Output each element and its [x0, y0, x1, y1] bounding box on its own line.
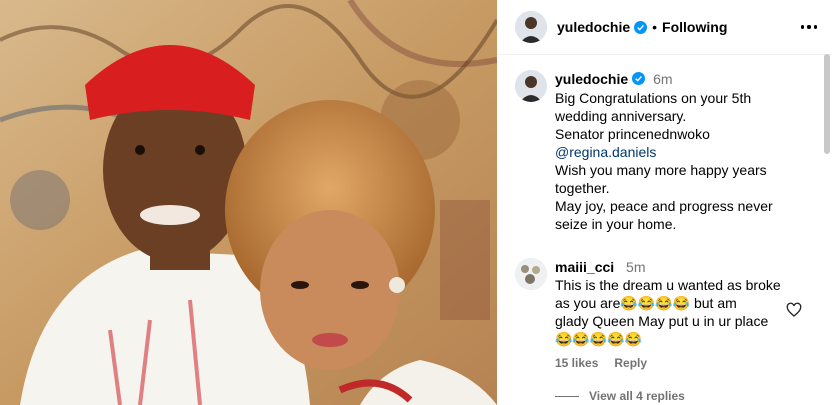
- heart-icon[interactable]: [786, 302, 802, 318]
- verified-badge-icon: [634, 20, 648, 34]
- caption-line: Big Congratulations on your 5th: [555, 90, 752, 106]
- commenter-avatar[interactable]: [515, 258, 547, 290]
- comment-line: glady Queen May put u in ur place: [555, 313, 769, 329]
- scrollbar[interactable]: [822, 0, 832, 405]
- comment-timestamp[interactable]: 5m: [626, 259, 645, 275]
- avatar-image: [515, 11, 547, 43]
- caption-line: together.: [555, 180, 610, 196]
- author-avatar[interactable]: [515, 11, 547, 43]
- caption-line: May joy, peace and progress never: [555, 198, 773, 214]
- mention-link[interactable]: @regina.daniels: [555, 143, 825, 161]
- caption-timestamp[interactable]: 6m: [653, 71, 672, 87]
- caption-text: Big Congratulations on your 5th wedding …: [555, 89, 825, 233]
- post-side-panel: yuledochie • Following yuledochie 6m Big…: [497, 0, 832, 405]
- caption-line: Wish you many more happy years: [555, 162, 767, 178]
- caption-line: seize in your home.: [555, 216, 677, 232]
- following-button[interactable]: Following: [662, 19, 727, 35]
- author-username[interactable]: yuledochie: [557, 19, 630, 35]
- avatar-image: [515, 70, 547, 102]
- post-photo[interactable]: [0, 0, 497, 405]
- comment-likes[interactable]: 15 likes: [555, 356, 598, 370]
- commenter-username[interactable]: maiii_cci: [555, 259, 614, 275]
- comment-line: This is the dream u wanted as broke: [555, 277, 781, 293]
- couple-photo-illustration: [0, 0, 497, 405]
- view-replies-label[interactable]: View all 4 replies: [589, 389, 685, 403]
- reply-button[interactable]: Reply: [614, 356, 647, 370]
- caption-avatar[interactable]: [515, 70, 547, 102]
- post-header: yuledochie • Following: [497, 0, 832, 55]
- caption-username[interactable]: yuledochie: [555, 71, 628, 87]
- view-replies-line: [555, 395, 579, 397]
- comment-line: as you are😂😂😂😂 but am: [555, 295, 737, 311]
- scrollbar-thumb[interactable]: [824, 54, 830, 154]
- avatar-image: [515, 258, 547, 290]
- more-options-icon[interactable]: [800, 19, 818, 35]
- separator-dot: •: [652, 19, 658, 35]
- caption-line: Senator princenednwoko: [555, 126, 710, 142]
- caption-body: yuledochie 6m Big Congratulations on you…: [555, 70, 825, 233]
- verified-badge-icon: [632, 72, 646, 85]
- instagram-post-view: yuledochie • Following yuledochie 6m Big…: [0, 0, 832, 405]
- comment-line: 😂😂😂😂😂: [555, 331, 643, 347]
- view-replies[interactable]: View all 4 replies: [555, 389, 685, 403]
- comment-meta: 15 likes Reply: [555, 356, 805, 370]
- comment-body: maiii_cci 5m This is the dream u wanted …: [555, 258, 805, 370]
- caption-line: wedding anniversary.: [555, 108, 687, 124]
